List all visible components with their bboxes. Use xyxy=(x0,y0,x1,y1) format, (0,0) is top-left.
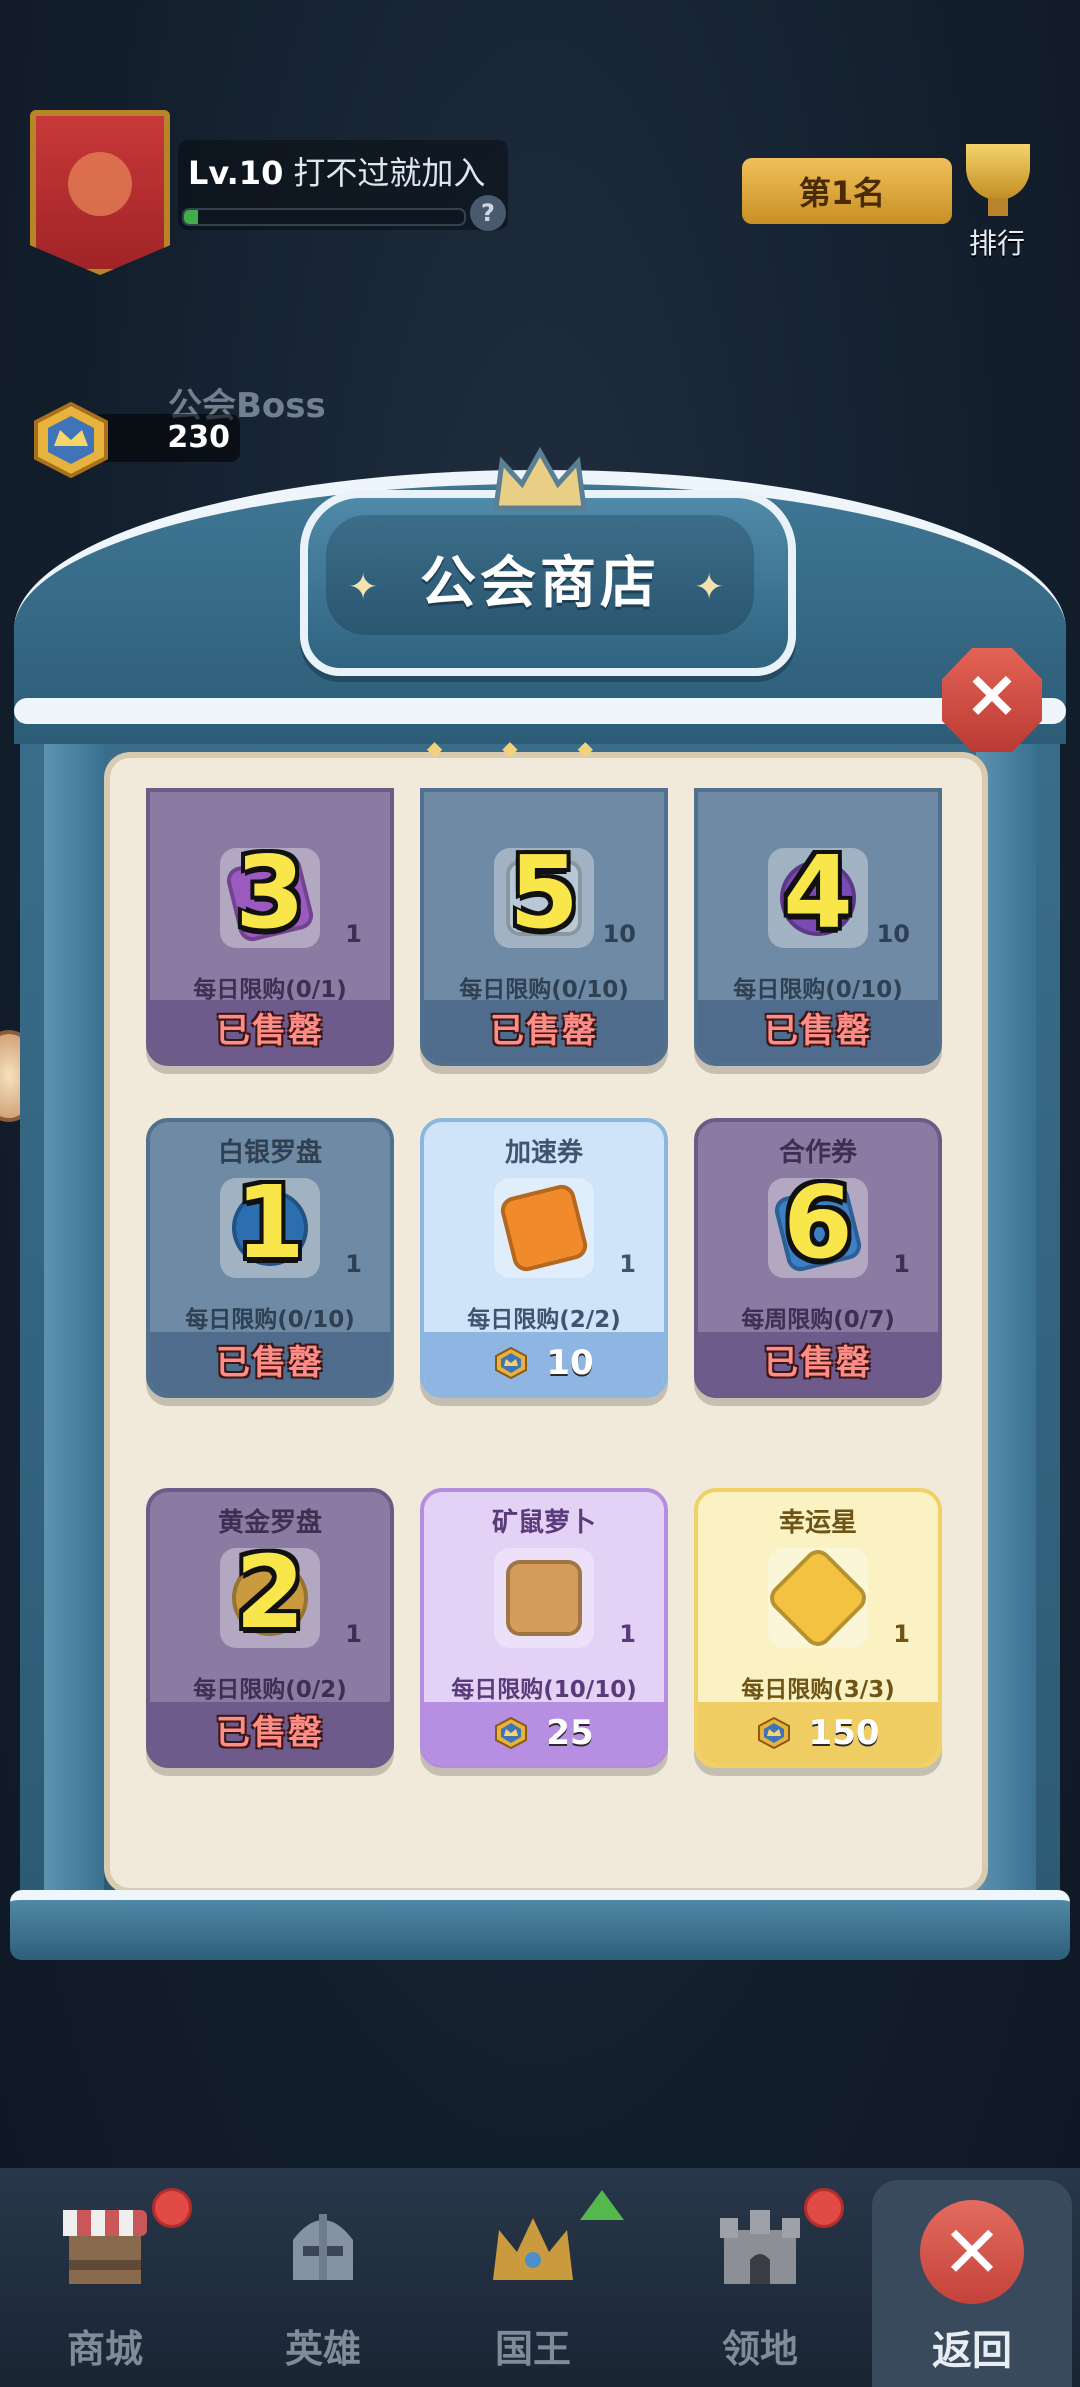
star-ornament-icon: ✦ xyxy=(348,567,379,608)
notification-dot xyxy=(152,2188,192,2228)
nav-item-heroes[interactable]: 英雄 xyxy=(228,2180,418,2380)
guild-coin-count: 230 xyxy=(167,420,230,455)
item-badge-number: 4 xyxy=(783,834,853,951)
shop-item-card[interactable]: 3 1 每日限购(0/1) 已售罄 xyxy=(146,788,394,1066)
guild-coin-icon xyxy=(757,1717,790,1749)
guild-coin-icon xyxy=(34,402,108,478)
purchase-limit: 每日限购(3/3) xyxy=(741,1677,895,1703)
guild-coin-icon xyxy=(495,1717,528,1749)
price-value: 10 xyxy=(546,1343,594,1383)
guild-level-name: Lv.10 打不过就加入 xyxy=(188,148,485,194)
castle-icon xyxy=(720,2210,800,2284)
purchase-limit: 每日限购(0/10) xyxy=(733,977,903,1003)
help-button[interactable]: ? xyxy=(470,195,506,231)
buy-button[interactable]: 25 xyxy=(424,1702,664,1764)
panel-ornament: ◆◆◆ xyxy=(426,736,654,760)
nav-label-shop: 商城 xyxy=(66,2327,143,2371)
purchase-limit: 每日限购(0/10) xyxy=(459,977,629,1003)
shop-item-card[interactable]: 矿鼠萝卜 1 每日限购(10/10) 25 xyxy=(420,1488,668,1768)
lucky-star-icon xyxy=(758,1538,878,1658)
sold-out-label: 已售罄 xyxy=(150,1000,390,1062)
guild-coin-icon xyxy=(495,1347,528,1379)
sold-out-text: 已售罄 xyxy=(764,1343,872,1383)
sold-out-label: 已售罄 xyxy=(698,1000,938,1062)
item-price: 150 xyxy=(757,1713,880,1753)
purchase-limit: 每日限购(0/2) xyxy=(193,1677,347,1703)
shop-item-card[interactable]: 黄金罗盘 2 1 每日限购(0/2) 已售罄 xyxy=(146,1488,394,1768)
nav-label-king: 国王 xyxy=(494,2327,571,2371)
trophy-icon[interactable] xyxy=(948,138,1048,228)
item-badge-number: 6 xyxy=(783,1164,853,1281)
price-value: 150 xyxy=(808,1713,880,1753)
item-price: 10 xyxy=(494,1343,594,1383)
purchase-limit: 每周限购(0/7) xyxy=(741,1307,895,1333)
roof-snow xyxy=(14,698,1066,724)
sold-out-label: 已售罄 xyxy=(150,1332,390,1394)
buy-button[interactable]: 10 xyxy=(424,1332,664,1394)
item-price: 25 xyxy=(494,1713,594,1753)
item-quantity: 10 xyxy=(602,920,636,948)
guild-level: Lv.10 xyxy=(188,154,284,192)
item-name: 加速券 xyxy=(504,1138,583,1168)
dragon-crest-icon xyxy=(68,152,132,216)
item-badge-number: 3 xyxy=(235,834,305,951)
nav-label-heroes: 英雄 xyxy=(284,2327,361,2371)
item-badge-number: 5 xyxy=(509,834,579,951)
left-pillar xyxy=(44,740,104,1900)
item-quantity: 1 xyxy=(619,1250,636,1278)
price-value: 25 xyxy=(546,1713,594,1753)
item-badge-number: 2 xyxy=(235,1534,305,1651)
purchase-limit: 每日限购(0/10) xyxy=(185,1307,355,1333)
item-name: 矿鼠萝卜 xyxy=(491,1508,596,1538)
sold-out-text: 已售罄 xyxy=(764,1011,872,1051)
sold-out-text: 已售罄 xyxy=(216,1011,324,1051)
purchase-limit: 每日限购(0/1) xyxy=(193,977,347,1003)
guild-xp-bar xyxy=(182,208,466,226)
carrot-sack-icon xyxy=(484,1538,604,1658)
purchase-limit: 每日限购(10/10) xyxy=(451,1677,637,1703)
shop-icon xyxy=(63,2210,147,2284)
item-quantity: 1 xyxy=(345,920,362,948)
item-quantity: 10 xyxy=(876,920,910,948)
shop-item-card[interactable]: 白银罗盘 1 1 每日限购(0/10) 已售罄 xyxy=(146,1118,394,1398)
star-ornament-icon: ✦ xyxy=(694,567,725,608)
knight-helmet-icon xyxy=(293,2214,353,2280)
shop-item-card[interactable]: 加速券 1 每日限购(2/2) 10 xyxy=(420,1118,668,1398)
crown-icon xyxy=(493,2218,573,2280)
sold-out-label: 已售罄 xyxy=(150,1702,390,1764)
sold-out-text: 已售罄 xyxy=(490,1011,598,1051)
item-quantity: 1 xyxy=(619,1620,636,1648)
item-quantity: 1 xyxy=(345,1250,362,1278)
purchase-limit: 每日限购(2/2) xyxy=(467,1307,621,1333)
item-badge-number: 1 xyxy=(235,1164,305,1281)
item-quantity: 1 xyxy=(893,1620,910,1648)
shop-item-card[interactable]: 幸运星 1 每日限购(3/3) 150 xyxy=(694,1488,942,1768)
guild-name: 打不过就加入 xyxy=(293,154,486,192)
speed-ticket-icon xyxy=(484,1168,604,1288)
shop-item-card[interactable]: 5 10 每日限购(0/10) 已售罄 xyxy=(420,788,668,1066)
sold-out-text: 已售罄 xyxy=(216,1713,324,1753)
return-button[interactable]: ✕ 返回 xyxy=(872,2180,1072,2387)
item-quantity: 1 xyxy=(345,1620,362,1648)
sold-out-label: 已售罄 xyxy=(698,1332,938,1394)
guild-banner[interactable] xyxy=(30,110,170,275)
close-circle-icon: ✕ xyxy=(920,2200,1024,2304)
guild-xp-fill xyxy=(184,210,198,224)
crown-ornament-icon xyxy=(493,446,587,511)
shop-title: 公会商店 xyxy=(420,551,660,616)
item-name: 幸运星 xyxy=(778,1508,857,1538)
shop-item-card[interactable]: 4 10 每日限购(0/10) 已售罄 xyxy=(694,788,942,1066)
notification-dot xyxy=(804,2188,844,2228)
upgrade-arrow-icon xyxy=(580,2190,624,2220)
rank-label[interactable]: 排行 xyxy=(950,222,1044,262)
nav-label-territory: 领地 xyxy=(721,2327,798,2371)
shop-item-card[interactable]: 合作券 6 1 每周限购(0/7) 已售罄 xyxy=(694,1118,942,1398)
buy-button[interactable]: 150 xyxy=(698,1702,938,1764)
sold-out-label: 已售罄 xyxy=(424,1000,664,1062)
return-label: 返回 xyxy=(932,2328,1012,2374)
rank-value: 第1名 xyxy=(798,174,886,212)
shop-base xyxy=(10,1890,1070,1960)
item-quantity: 1 xyxy=(893,1250,910,1278)
sold-out-text: 已售罄 xyxy=(216,1343,324,1383)
